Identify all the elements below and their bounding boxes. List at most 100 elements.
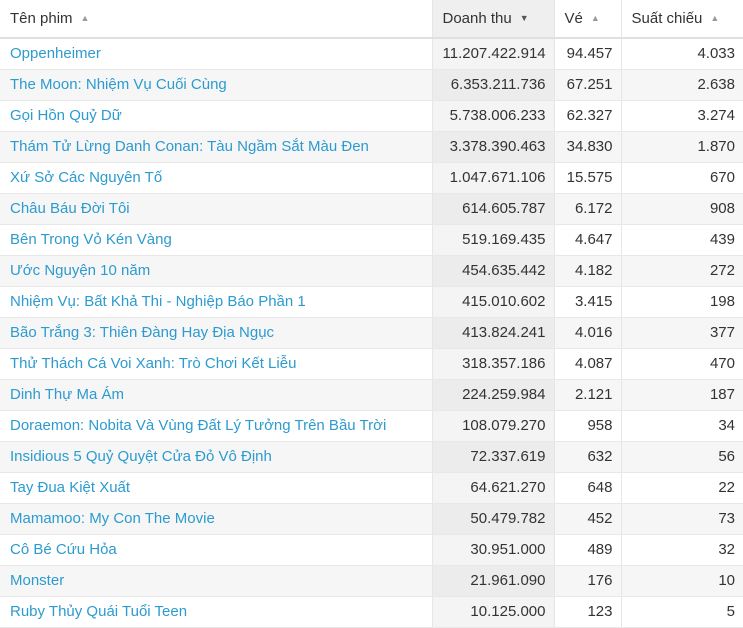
movie-title-link[interactable]: Ước Nguyện 10 năm bbox=[10, 262, 150, 279]
cell-movie-name: Thám Tử Lừng Danh Conan: Tàu Ngầm Sắt Mà… bbox=[0, 131, 433, 163]
cell-tickets: 94.457 bbox=[554, 38, 622, 70]
cell-movie-name: Nhiệm Vụ: Bất Khả Thi - Nghiệp Báo Phần … bbox=[0, 286, 433, 318]
movie-title-link[interactable]: Bên Trong Vỏ Kén Vàng bbox=[10, 231, 172, 248]
cell-movie-name: Ước Nguyện 10 năm bbox=[0, 255, 433, 287]
cell-revenue: 5.738.006.233 bbox=[432, 100, 555, 132]
cell-movie-name: Oppenheimer bbox=[0, 38, 433, 70]
cell-revenue: 413.824.241 bbox=[432, 317, 555, 349]
cell-movie-name: Doraemon: Nobita Và Vùng Đất Lý Tưởng Tr… bbox=[0, 410, 433, 442]
cell-tickets: 15.575 bbox=[554, 162, 622, 194]
cell-tickets: 62.327 bbox=[554, 100, 622, 132]
table-body: Oppenheimer 11.207.422.914 94.457 4.033 The … bbox=[0, 38, 743, 628]
cell-movie-name: The Moon: Nhiệm Vụ Cuối Cùng bbox=[0, 69, 433, 101]
table-row: Thám Tử Lừng Danh Conan: Tàu Ngầm Sắt Mà… bbox=[0, 131, 743, 163]
cell-revenue: 519.169.435 bbox=[432, 224, 555, 256]
cell-movie-name: Bên Trong Vỏ Kén Vàng bbox=[0, 224, 433, 256]
cell-showings: 272 bbox=[621, 255, 743, 287]
cell-tickets: 123 bbox=[554, 596, 622, 628]
movie-title-link[interactable]: Thám Tử Lừng Danh Conan: Tàu Ngầm Sắt Mà… bbox=[10, 138, 369, 155]
movie-revenue-table: Tên phim ▲ Doanh thu ▼ Vé ▲ Suất chiếu ▲ Opp… bbox=[0, 0, 743, 628]
cell-tickets: 489 bbox=[554, 534, 622, 566]
movie-title-link[interactable]: Oppenheimer bbox=[10, 45, 101, 62]
movie-title-link[interactable]: Bão Trắng 3: Thiên Đàng Hay Địa Ngục bbox=[10, 324, 274, 341]
cell-tickets: 6.172 bbox=[554, 193, 622, 225]
cell-showings: 3.274 bbox=[621, 100, 743, 132]
column-header-showings[interactable]: Suất chiếu ▲ bbox=[621, 0, 743, 39]
cell-showings: 187 bbox=[621, 379, 743, 411]
table-row: Dinh Thự Ma Ám 224.259.984 2.121 187 bbox=[0, 379, 743, 411]
cell-movie-name: Ruby Thủy Quái Tuổi Teen bbox=[0, 596, 433, 628]
movie-title-link[interactable]: Gọi Hồn Quỷ Dữ bbox=[10, 107, 122, 124]
table-header-row: Tên phim ▲ Doanh thu ▼ Vé ▲ Suất chiếu ▲ bbox=[0, 0, 743, 39]
table-row: Monster 21.961.090 176 10 bbox=[0, 565, 743, 597]
cell-tickets: 176 bbox=[554, 565, 622, 597]
movie-title-link[interactable]: Mamamoo: My Con The Movie bbox=[10, 510, 215, 527]
cell-movie-name: Dinh Thự Ma Ám bbox=[0, 379, 433, 411]
cell-revenue: 21.961.090 bbox=[432, 565, 555, 597]
cell-movie-name: Bão Trắng 3: Thiên Đàng Hay Địa Ngục bbox=[0, 317, 433, 349]
cell-showings: 377 bbox=[621, 317, 743, 349]
column-header-label: Suất chiếu bbox=[631, 10, 703, 27]
table-row: Cô Bé Cứu Hỏa 30.951.000 489 32 bbox=[0, 534, 743, 566]
cell-showings: 4.033 bbox=[621, 38, 743, 70]
movie-title-link[interactable]: Cô Bé Cứu Hỏa bbox=[10, 541, 117, 558]
movie-title-link[interactable]: Nhiệm Vụ: Bất Khả Thi - Nghiệp Báo Phần … bbox=[10, 293, 306, 310]
cell-revenue: 3.378.390.463 bbox=[432, 131, 555, 163]
movie-title-link[interactable]: Doraemon: Nobita Và Vùng Đất Lý Tưởng Tr… bbox=[10, 417, 386, 434]
cell-movie-name: Cô Bé Cứu Hỏa bbox=[0, 534, 433, 566]
table-row: Oppenheimer 11.207.422.914 94.457 4.033 bbox=[0, 38, 743, 70]
cell-revenue: 6.353.211.736 bbox=[432, 69, 555, 101]
cell-revenue: 415.010.602 bbox=[432, 286, 555, 318]
movie-title-link[interactable]: Thử Thách Cá Voi Xanh: Trò Chơi Kết Liễu bbox=[10, 355, 296, 372]
column-header-label: Doanh thu bbox=[442, 10, 512, 27]
table-row: Doraemon: Nobita Và Vùng Đất Lý Tưởng Tr… bbox=[0, 410, 743, 442]
cell-showings: 2.638 bbox=[621, 69, 743, 101]
cell-showings: 470 bbox=[621, 348, 743, 380]
movie-title-link[interactable]: Xứ Sở Các Nguyên Tố bbox=[10, 169, 162, 186]
table-row: Ruby Thủy Quái Tuổi Teen 10.125.000 123 5 bbox=[0, 596, 743, 628]
column-header-tickets[interactable]: Vé ▲ bbox=[554, 0, 622, 39]
table-row: The Moon: Nhiệm Vụ Cuối Cùng 6.353.211.73… bbox=[0, 69, 743, 101]
cell-revenue: 614.605.787 bbox=[432, 193, 555, 225]
cell-movie-name: Monster bbox=[0, 565, 433, 597]
movie-title-link[interactable]: Insidious 5 Quỷ Quyệt Cửa Đỏ Vô Định bbox=[10, 448, 272, 465]
cell-tickets: 3.415 bbox=[554, 286, 622, 318]
column-header-label: Vé bbox=[564, 10, 583, 27]
table-row: Tay Đua Kiệt Xuất 64.621.270 648 22 bbox=[0, 472, 743, 504]
cell-revenue: 1.047.671.106 bbox=[432, 162, 555, 194]
sort-ascending-icon: ▲ bbox=[710, 13, 720, 23]
column-header-label: Tên phim bbox=[10, 10, 73, 27]
cell-tickets: 4.087 bbox=[554, 348, 622, 380]
table-row: Gọi Hồn Quỷ Dữ 5.738.006.233 62.327 3.274 bbox=[0, 100, 743, 132]
sort-ascending-icon: ▲ bbox=[590, 13, 600, 23]
column-header-revenue[interactable]: Doanh thu ▼ bbox=[432, 0, 555, 39]
column-header-name[interactable]: Tên phim ▲ bbox=[0, 0, 433, 39]
movie-title-link[interactable]: Châu Báu Đời Tôi bbox=[10, 200, 130, 217]
table-row: Châu Báu Đời Tôi 614.605.787 6.172 908 bbox=[0, 193, 743, 225]
movie-title-link[interactable]: Dinh Thự Ma Ám bbox=[10, 386, 124, 403]
table-row: Ước Nguyện 10 năm 454.635.442 4.182 272 bbox=[0, 255, 743, 287]
cell-revenue: 10.125.000 bbox=[432, 596, 555, 628]
movie-title-link[interactable]: Tay Đua Kiệt Xuất bbox=[10, 479, 130, 496]
cell-revenue: 50.479.782 bbox=[432, 503, 555, 535]
cell-revenue: 64.621.270 bbox=[432, 472, 555, 504]
movie-title-link[interactable]: Monster bbox=[10, 572, 64, 589]
cell-showings: 198 bbox=[621, 286, 743, 318]
table-row: Bên Trong Vỏ Kén Vàng 519.169.435 4.647 439 bbox=[0, 224, 743, 256]
movie-title-link[interactable]: Ruby Thủy Quái Tuổi Teen bbox=[10, 603, 187, 620]
table-row: Thử Thách Cá Voi Xanh: Trò Chơi Kết Liễu… bbox=[0, 348, 743, 380]
cell-movie-name: Tay Đua Kiệt Xuất bbox=[0, 472, 433, 504]
table-row: Bão Trắng 3: Thiên Đàng Hay Địa Ngục 413.… bbox=[0, 317, 743, 349]
cell-revenue: 11.207.422.914 bbox=[432, 38, 555, 70]
cell-revenue: 454.635.442 bbox=[432, 255, 555, 287]
cell-showings: 22 bbox=[621, 472, 743, 504]
cell-showings: 56 bbox=[621, 441, 743, 473]
cell-showings: 5 bbox=[621, 596, 743, 628]
table-row: Mamamoo: My Con The Movie 50.479.782 452 73 bbox=[0, 503, 743, 535]
sort-ascending-icon: ▲ bbox=[80, 13, 90, 23]
movie-title-link[interactable]: The Moon: Nhiệm Vụ Cuối Cùng bbox=[10, 76, 227, 93]
cell-tickets: 4.016 bbox=[554, 317, 622, 349]
table-row: Nhiệm Vụ: Bất Khả Thi - Nghiệp Báo Phần … bbox=[0, 286, 743, 318]
cell-movie-name: Gọi Hồn Quỷ Dữ bbox=[0, 100, 433, 132]
table-row: Insidious 5 Quỷ Quyệt Cửa Đỏ Vô Định 72.3… bbox=[0, 441, 743, 473]
